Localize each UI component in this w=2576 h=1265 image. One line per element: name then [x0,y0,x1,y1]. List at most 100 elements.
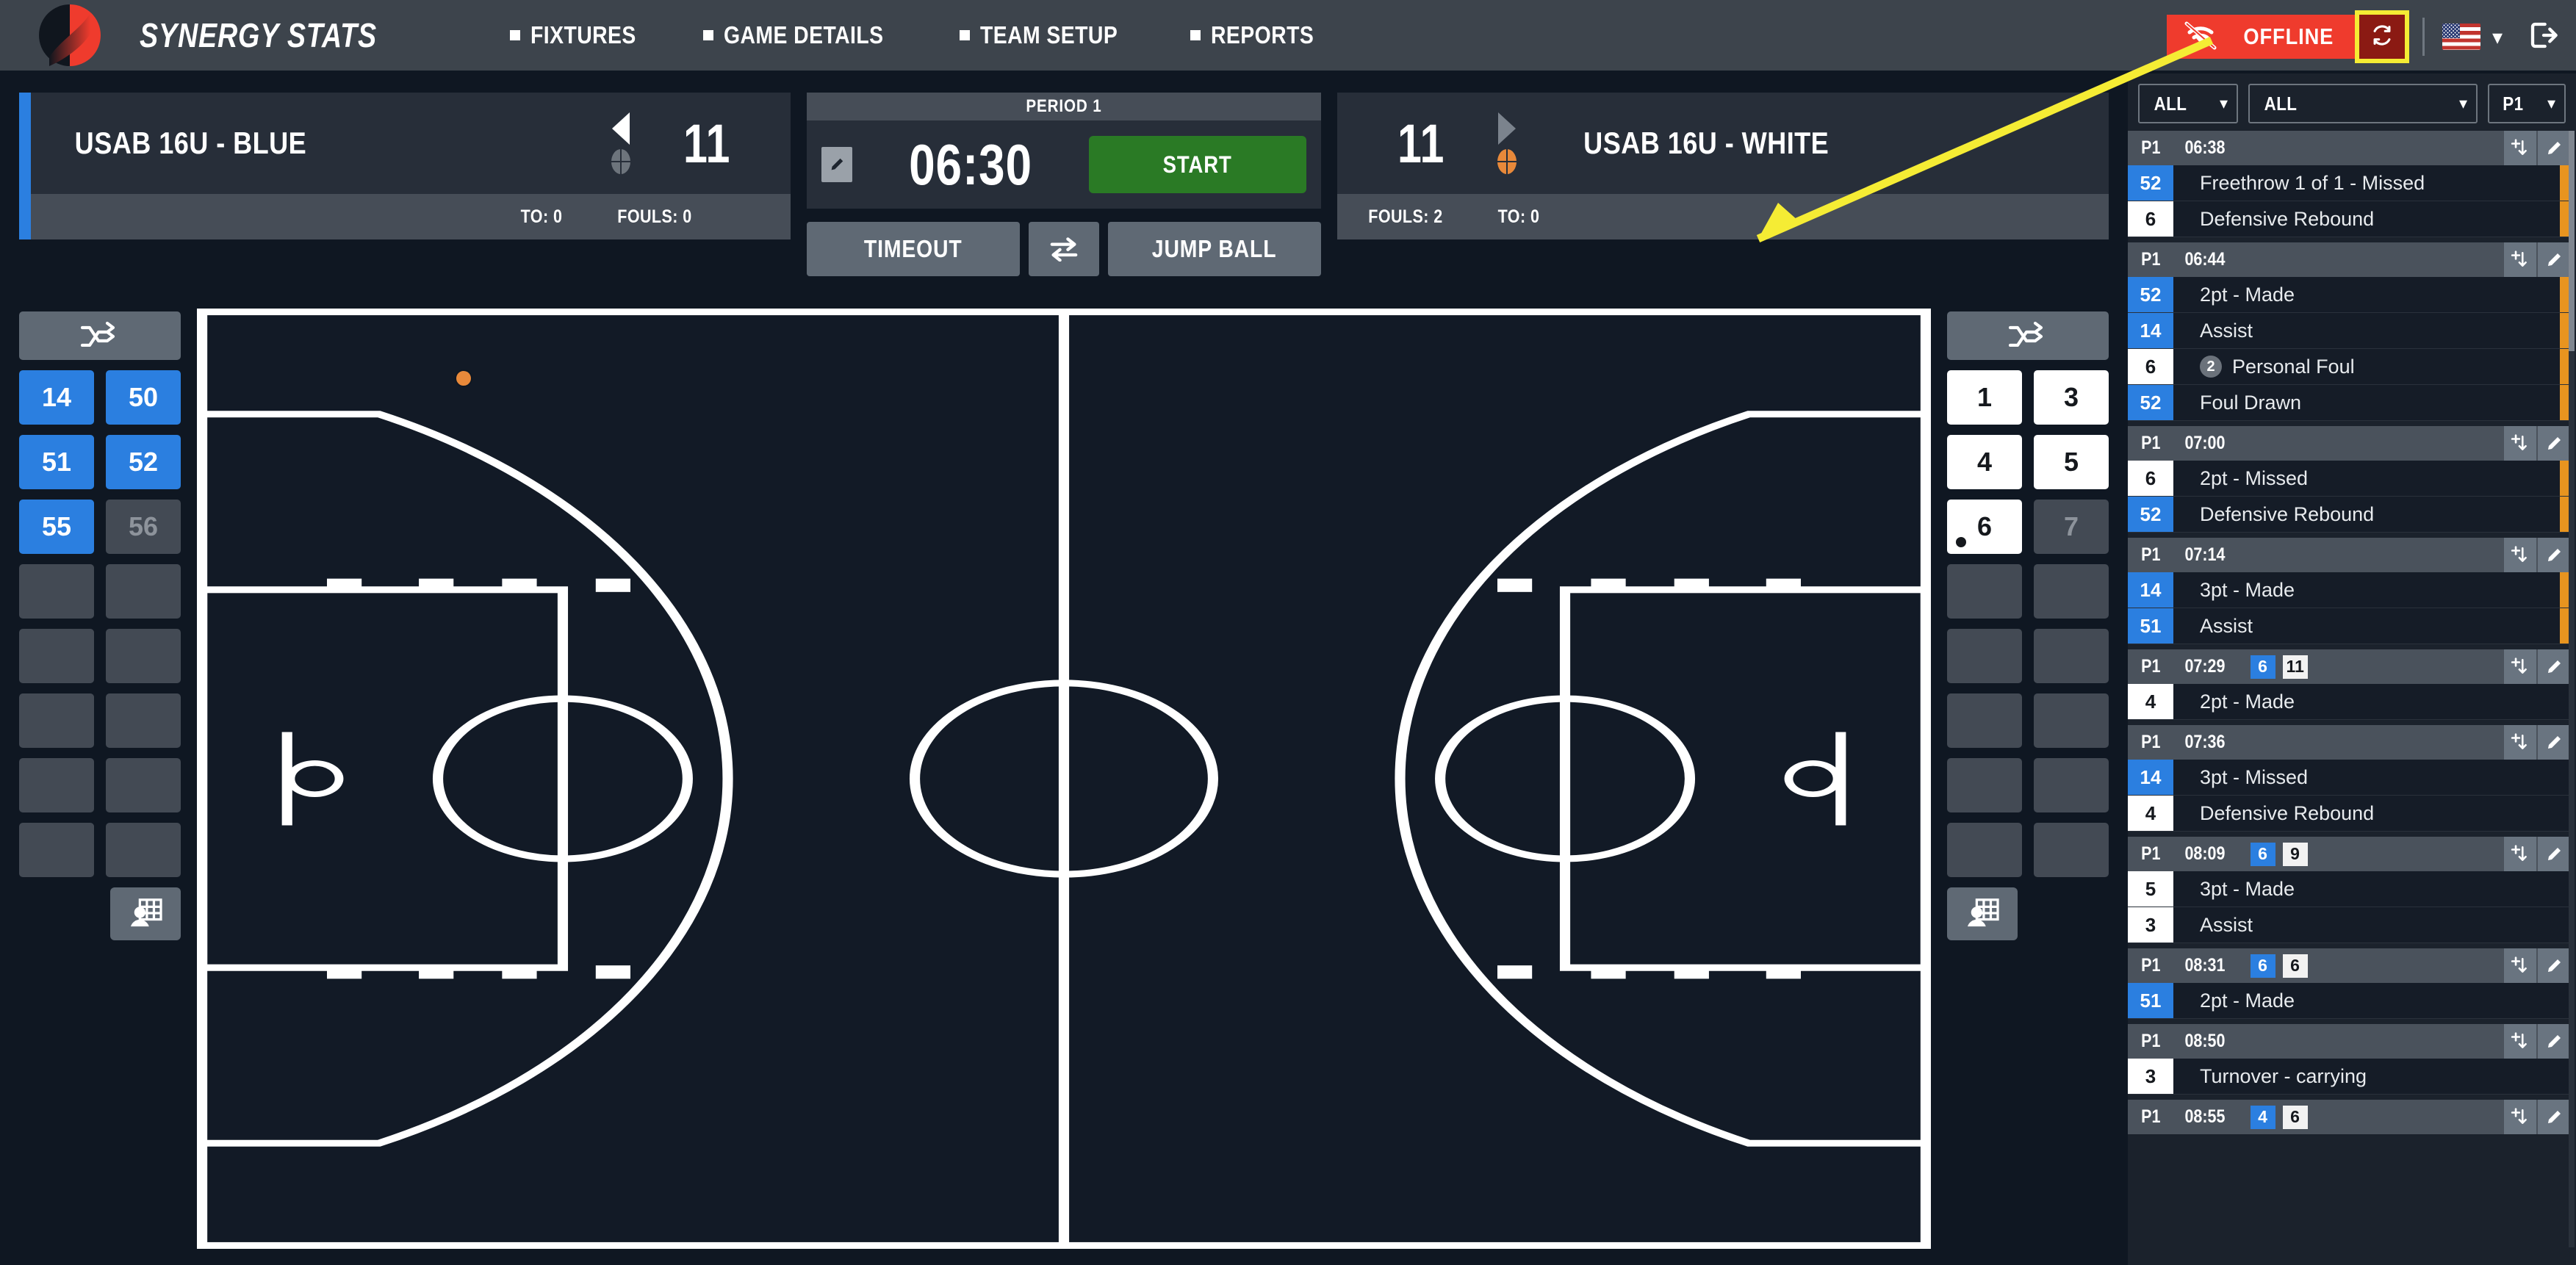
add-substitution-icon[interactable] [2503,837,2536,871]
player-slot-empty[interactable] [1947,564,2022,619]
shot-marker[interactable] [455,369,473,387]
player-slot-empty[interactable] [106,693,181,748]
logout-icon[interactable] [2528,21,2560,54]
player-button-7[interactable]: 7 [2034,500,2109,554]
player-slot-empty[interactable] [2034,564,2109,619]
player-button-51[interactable]: 51 [19,435,94,489]
pencil-icon[interactable] [2536,131,2570,165]
us-flag-icon[interactable] [2442,24,2480,50]
add-substitution-icon[interactable] [2503,725,2536,760]
pbp-scrollbar-thumb[interactable] [2569,131,2575,351]
player-button-5[interactable]: 5 [2034,435,2109,489]
court-diagram[interactable] [197,309,1931,1249]
away-shuffle-button[interactable] [1947,311,2109,360]
timeout-button[interactable]: TIMEOUT [807,222,1020,276]
sync-refresh-button[interactable] [2354,10,2409,63]
player-button-6[interactable]: 6 [1947,500,2022,554]
pbp-event-row[interactable]: 14 Assist [2128,313,2570,349]
away-boxscore-button[interactable] [1947,887,2018,940]
player-button-3[interactable]: 3 [2034,370,2109,425]
player-slot-empty[interactable] [1947,629,2022,683]
game-clock[interactable]: 06:30 [885,131,1057,198]
player-slot-empty[interactable] [106,629,181,683]
pbp-event-text: Defensive Rebound [2200,801,2375,824]
player-button-52[interactable]: 52 [106,435,181,489]
pencil-icon[interactable] [2536,649,2570,684]
pbp-event-row[interactable]: 3 Turnover - carrying [2128,1059,2570,1095]
pbp-event-row[interactable]: 51 Assist [2128,608,2570,644]
edit-clock-button[interactable] [821,147,852,182]
pencil-icon[interactable] [2536,538,2570,572]
pbp-event-row[interactable]: 14 3pt - Missed [2128,760,2570,796]
nav-item-fixtures[interactable]: FIXTURES [509,21,653,49]
pencil-icon[interactable] [2536,1100,2570,1134]
player-slot-empty[interactable] [19,629,94,683]
add-substitution-icon[interactable] [2503,649,2536,684]
player-slot-empty[interactable] [106,564,181,619]
player-slot-empty[interactable] [19,564,94,619]
add-substitution-icon[interactable] [2503,1100,2536,1134]
pbp-event-row[interactable]: 51 2pt - Made [2128,983,2570,1019]
team-filter-select[interactable]: ALL ▾ [2138,84,2238,123]
add-substitution-icon[interactable] [2503,242,2536,277]
pbp-event-row[interactable]: 52 Freethrow 1 of 1 - Missed [2128,165,2570,201]
pbp-scrollbar[interactable] [2569,131,2575,1247]
player-slot-empty[interactable] [2034,823,2109,877]
player-button-56[interactable]: 56 [106,500,181,554]
nav-item-game-details[interactable]: GAME DETAILS [703,21,910,49]
start-clock-button[interactable]: START [1089,136,1306,193]
pbp-event-row[interactable]: 6 Defensive Rebound [2128,201,2570,237]
player-slot-empty[interactable] [2034,693,2109,748]
player-slot-empty[interactable] [1947,823,2022,877]
player-slot-empty[interactable] [1947,693,2022,748]
player-number: 5 [2063,447,2079,477]
swap-possession-button[interactable] [1029,222,1099,276]
pbp-event-row[interactable]: 5 3pt - Made [2128,871,2570,907]
period-filter-select[interactable]: P1 ▾ [2488,84,2566,123]
player-button-50[interactable]: 50 [106,370,181,425]
player-filter-select[interactable]: ALL ▾ [2248,84,2478,123]
player-slot-empty[interactable] [2034,758,2109,812]
pbp-event-row[interactable]: 6 2pt - Missed [2128,461,2570,497]
pencil-icon[interactable] [2536,426,2570,461]
add-substitution-icon[interactable] [2503,131,2536,165]
add-substitution-icon[interactable] [2503,426,2536,461]
player-button-55[interactable]: 55 [19,500,94,554]
add-substitution-icon[interactable] [2503,1024,2536,1059]
add-substitution-icon[interactable] [2503,538,2536,572]
player-slot-empty[interactable] [1947,758,2022,812]
player-button-14[interactable]: 14 [19,370,94,425]
pbp-event-row[interactable]: 52 Defensive Rebound [2128,497,2570,533]
pbp-event-row[interactable]: 52 Foul Drawn [2128,385,2570,421]
scoreboard: USAB 16U - BLUE 11 TO: 0 FOULS: 0 PERIOD… [0,73,2128,309]
pbp-event-row[interactable]: 4 2pt - Made [2128,684,2570,720]
nav-item-team-setup[interactable]: TEAM SETUP [959,21,1140,49]
add-substitution-icon[interactable] [2503,948,2536,983]
pbp-event-row[interactable]: 6 2 Personal Foul [2128,349,2570,385]
player-slot-empty[interactable] [19,758,94,812]
player-slot-empty[interactable] [19,823,94,877]
jump-ball-button[interactable]: JUMP BALL [1108,222,1321,276]
nav-item-reports[interactable]: REPORTS [1190,21,1331,49]
home-shuffle-button[interactable] [19,311,181,360]
player-number: 51 [41,447,72,477]
pencil-icon[interactable] [2536,948,2570,983]
chevron-down-icon[interactable]: ▾ [2492,25,2503,49]
pbp-list[interactable]: P1 06:38 52 Freethrow 1 of 1 - Missed 6 Defen… [2128,131,2576,1247]
player-slot-empty[interactable] [106,823,181,877]
player-slot-empty[interactable] [106,758,181,812]
player-button-4[interactable]: 4 [1947,435,2022,489]
offline-status-badge[interactable]: OFFLINE [2167,15,2359,59]
pencil-icon[interactable] [2536,242,2570,277]
pbp-event-row[interactable]: 52 2pt - Made [2128,277,2570,313]
pencil-icon[interactable] [2536,1024,2570,1059]
pbp-event-row[interactable]: 4 Defensive Rebound [2128,796,2570,832]
pbp-event-row[interactable]: 14 3pt - Made [2128,572,2570,608]
player-slot-empty[interactable] [2034,629,2109,683]
pbp-event-row[interactable]: 3 Assist [2128,907,2570,943]
player-slot-empty[interactable] [19,693,94,748]
player-button-1[interactable]: 1 [1947,370,2022,425]
pencil-icon[interactable] [2536,837,2570,871]
pencil-icon[interactable] [2536,725,2570,760]
home-boxscore-button[interactable] [110,887,181,940]
